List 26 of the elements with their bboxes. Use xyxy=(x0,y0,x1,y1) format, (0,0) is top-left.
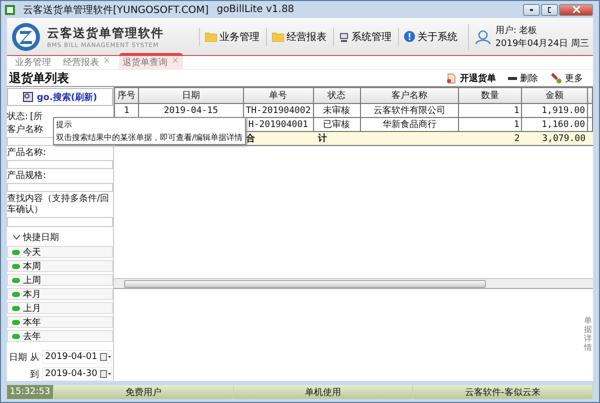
field-label: 产品规格: xyxy=(7,171,48,182)
status-item: 15:32:53 xyxy=(7,385,54,399)
section-title: 快捷日期 xyxy=(23,232,59,244)
field-label: 到 xyxy=(29,368,39,381)
field-label: 客户名称 xyxy=(7,125,44,136)
window-title: 云客送货单管理软件[YUNGOSOFT.COM] xyxy=(23,4,209,16)
table-cell: TH-201904002 xyxy=(243,104,314,118)
tooltip-title: 提示 xyxy=(56,119,73,130)
table-cell: 云客软件有限公司 xyxy=(360,104,459,118)
page-title: 退货单列表 xyxy=(9,70,69,86)
status-item: 免费用户 xyxy=(54,385,234,399)
table-cell: 1,919.00 xyxy=(522,104,588,118)
table-cell: 3,079.00 xyxy=(522,132,588,146)
table-cell: 2 xyxy=(458,132,522,146)
field-label: 状态: xyxy=(7,110,28,124)
field-label: 产品名称: xyxy=(7,148,48,160)
field-label: 日期 从 xyxy=(8,352,39,364)
status-item: 单机使用 xyxy=(234,385,414,399)
current-date: 2019年04月24日 周三 xyxy=(495,38,589,50)
table-cell: 1 xyxy=(458,104,522,118)
user-name: 用户: 老板 xyxy=(495,24,538,36)
field-label: 查找内容（支持多条件/回车确认） xyxy=(7,194,110,216)
window-version: goBillLite v1.88 xyxy=(216,4,294,15)
app-name: 云客送货单管理软件 xyxy=(47,24,164,42)
table-cell: 未审核 xyxy=(313,104,360,118)
status-item: 云客软件-客似云来 xyxy=(413,385,594,399)
